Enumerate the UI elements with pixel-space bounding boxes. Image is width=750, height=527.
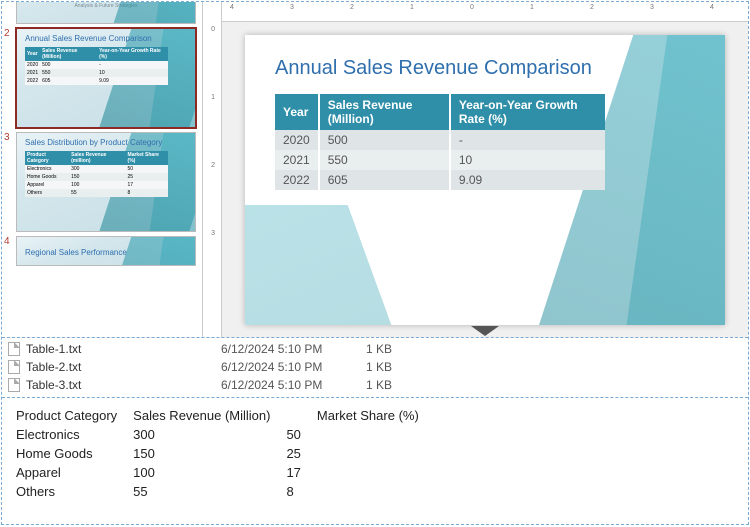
thumbnail-canvas: Sales Distribution by Product Category P… bbox=[16, 132, 196, 232]
vertical-ruler: 0 1 2 3 bbox=[202, 2, 222, 337]
thumbnail-canvas: Annual Sales Report Overview Analysis & … bbox=[16, 2, 196, 24]
file-row[interactable]: Table-1.txt 6/12/2024 5:10 PM 1 KB bbox=[8, 340, 742, 358]
slide-thumbnails-panel[interactable]: Annual Sales Report Overview Analysis & … bbox=[2, 2, 202, 337]
thumb-table: YearSales Revenue (Million)Year-on-Year … bbox=[25, 47, 168, 85]
col-year: Year bbox=[275, 94, 319, 130]
file-row[interactable]: Table-3.txt 6/12/2024 5:10 PM 1 KB bbox=[8, 376, 742, 394]
table-row: 202155010 bbox=[275, 150, 605, 170]
text-file-icon bbox=[8, 342, 20, 356]
thumb-table: Product CategorySales Revenue (million)M… bbox=[25, 151, 168, 197]
preview-table: Product CategorySales Revenue (Million)M… bbox=[14, 406, 435, 502]
thumb-number: 2 bbox=[4, 28, 10, 39]
preview-row: Electronics30050 bbox=[16, 427, 433, 444]
thumbnail-slide-2[interactable]: 2 Annual Sales Revenue Comparison YearSa… bbox=[2, 26, 202, 130]
file-name: Table-2.txt bbox=[26, 360, 221, 374]
thumb-number: 4 bbox=[4, 236, 10, 247]
preview-row: Home Goods15025 bbox=[16, 446, 433, 463]
table-row: 20226059.09 bbox=[275, 170, 605, 190]
thumb-number: 3 bbox=[4, 132, 10, 143]
table-row: 2020500- bbox=[275, 130, 605, 150]
preview-row: Apparel10017 bbox=[16, 465, 433, 482]
thumb-title: Annual Sales Revenue Comparison bbox=[25, 35, 187, 44]
thumbnail-canvas: Annual Sales Revenue Comparison YearSale… bbox=[16, 28, 196, 128]
slide-title[interactable]: Annual Sales Revenue Comparison bbox=[275, 57, 695, 80]
file-size: 1 KB bbox=[366, 378, 392, 392]
slide-canvas[interactable]: Annual Sales Revenue Comparison Year Sal… bbox=[222, 22, 748, 337]
thumb-title: Sales Distribution by Product Category bbox=[25, 139, 187, 148]
file-date: 6/12/2024 5:10 PM bbox=[221, 378, 366, 392]
presentation-pane: Annual Sales Report Overview Analysis & … bbox=[2, 2, 748, 338]
splitter-handle-icon[interactable] bbox=[471, 326, 499, 337]
slide-table[interactable]: Year Sales Revenue (Million) Year-on-Yea… bbox=[275, 94, 605, 190]
preview-row: Others558 bbox=[16, 484, 433, 501]
horizontal-ruler: 4 3 2 1 0 1 2 3 4 bbox=[222, 2, 748, 22]
file-row[interactable]: Table-2.txt 6/12/2024 5:10 PM 1 KB bbox=[8, 358, 742, 376]
file-date: 6/12/2024 5:10 PM bbox=[221, 360, 366, 374]
slide-canvas-wrap: 4 3 2 1 0 1 2 3 4 Annual Sales Revenue C… bbox=[222, 2, 748, 337]
file-preview-pane: Product CategorySales Revenue (Million)M… bbox=[2, 398, 748, 524]
thumbnail-slide-4[interactable]: 4 Regional Sales Performance bbox=[2, 234, 202, 268]
col-growth: Year-on-Year Growth Rate (%) bbox=[450, 94, 605, 130]
preview-header-row: Product CategorySales Revenue (Million)M… bbox=[16, 408, 433, 425]
file-name: Table-3.txt bbox=[26, 378, 221, 392]
main-slide[interactable]: Annual Sales Revenue Comparison Year Sal… bbox=[245, 35, 725, 325]
file-name: Table-1.txt bbox=[26, 342, 221, 356]
thumb-title: Regional Sales Performance bbox=[25, 249, 187, 258]
text-file-icon bbox=[8, 360, 20, 374]
thumbnail-slide-3[interactable]: 3 Sales Distribution by Product Category… bbox=[2, 130, 202, 234]
col-revenue: Sales Revenue (Million) bbox=[319, 94, 450, 130]
text-file-icon bbox=[8, 378, 20, 392]
file-size: 1 KB bbox=[366, 342, 392, 356]
table-header-row: Year Sales Revenue (Million) Year-on-Yea… bbox=[275, 94, 605, 130]
thumbnail-slide-1[interactable]: Annual Sales Report Overview Analysis & … bbox=[2, 2, 202, 26]
file-date: 6/12/2024 5:10 PM bbox=[221, 342, 366, 356]
file-list-pane: Table-1.txt 6/12/2024 5:10 PM 1 KB Table… bbox=[2, 338, 748, 398]
thumbnail-canvas: Regional Sales Performance bbox=[16, 236, 196, 266]
app-root: Annual Sales Report Overview Analysis & … bbox=[1, 1, 749, 525]
file-size: 1 KB bbox=[366, 360, 392, 374]
